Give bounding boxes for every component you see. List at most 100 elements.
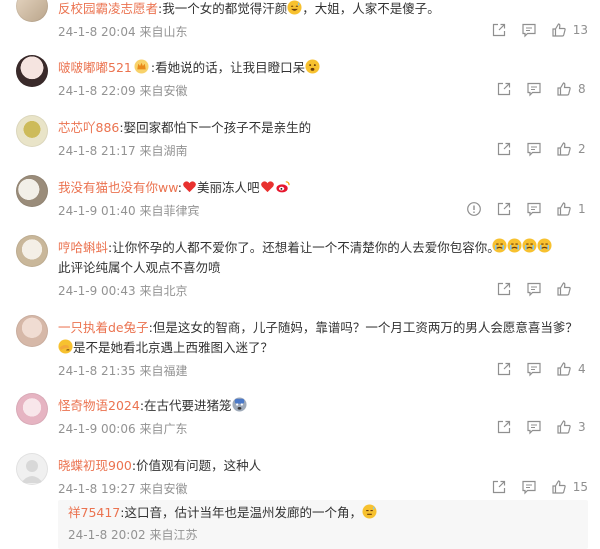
avatar[interactable]	[16, 55, 48, 87]
comment-button[interactable]	[526, 141, 542, 157]
report-button[interactable]	[466, 201, 482, 217]
comment-text: 一只执着de兔子:但是这女的智商，儿子随妈，靠谱吗？一个月工资两万的男人会愿意喜…	[58, 318, 578, 337]
avatar[interactable]	[16, 0, 48, 22]
comment-item: 我没有猫也没有你ww: 美丽冻人吧 24-1-9 01:40 来自菲律宾 1	[0, 175, 600, 231]
comment-icon	[522, 480, 536, 495]
comment-button[interactable]	[526, 201, 542, 217]
comment-item: 哼哈蝌蚪:让你怀孕的人都不爱你了。还想着让一个不清楚你的人去爱你包容你。 此评论…	[0, 235, 600, 311]
like-count: 3	[578, 420, 586, 434]
reply-meta: 24-1-8 20:02 来自江苏	[68, 528, 198, 542]
shocked-emoji-icon	[305, 59, 320, 79]
scared-emoji-icon	[232, 397, 247, 417]
reply-username[interactable]: 祥75417	[68, 505, 120, 520]
share-button[interactable]	[496, 419, 512, 435]
thumbs-up-icon	[557, 420, 571, 434]
share-button[interactable]	[491, 22, 507, 38]
comment-username[interactable]: 一只执着de兔子	[58, 320, 149, 335]
like-button[interactable]: 2	[556, 141, 588, 157]
avatar[interactable]	[16, 453, 48, 485]
like-count: 8	[578, 82, 586, 96]
like-count: 1	[578, 202, 586, 216]
avatar[interactable]	[16, 115, 48, 147]
comment-username[interactable]: 怪奇物语2024	[58, 398, 140, 413]
facepalm-emoji-icon	[58, 339, 73, 359]
share-button[interactable]	[491, 479, 507, 495]
comment-meta: 24-1-8 22:09 来自安徽	[58, 84, 188, 98]
like-button[interactable]: 8	[556, 81, 588, 97]
thumbs-up-icon	[552, 480, 566, 494]
comment-username[interactable]: 芯芯吖886	[58, 120, 119, 135]
comment-item: 反校园霸凌志愿者:我一个女的都觉得汗颜 ，大姐，人家不是傻子。 24-1-8 20…	[0, 0, 600, 46]
sweat-smile-emoji-icon	[287, 0, 302, 20]
comment-text: 啵啵嘟嘟521:看她说的话，让我目瞪口呆	[58, 58, 578, 79]
like-button[interactable]	[556, 281, 588, 297]
comment-username[interactable]: 哼哈蝌蚪	[58, 240, 108, 255]
comment-actions: 4	[482, 361, 588, 377]
comment-item: 一只执着de兔子:但是这女的智商，儿子随妈，靠谱吗？一个月工资两万的男人会愿意喜…	[0, 315, 600, 391]
like-button[interactable]: 15	[551, 479, 588, 495]
comment-item: 啵啵嘟嘟521:看她说的话，让我目瞪口呆 24-1-8 22:09 来自安徽 8	[0, 55, 600, 111]
comment-button[interactable]	[521, 479, 537, 495]
comment-body: :娶回家都怕下一个孩子不是亲生的	[119, 120, 312, 135]
like-button[interactable]: 13	[551, 22, 588, 38]
heart-icon	[182, 179, 197, 199]
comment-list-page: { "comments": [ {"user": "反校园霸凌志愿者", "te…	[0, 0, 600, 549]
comment-meta: 24-1-8 21:17 来自湖南	[58, 144, 188, 158]
share-button[interactable]	[496, 141, 512, 157]
comment-username[interactable]: 晓蝶初现900	[58, 458, 132, 473]
avatar[interactable]	[16, 393, 48, 425]
default-avatar-icon	[21, 460, 43, 483]
comment-icon	[527, 82, 541, 97]
comment-meta: 24-1-8 21:35 来自福建	[58, 364, 188, 378]
like-count: 2	[578, 142, 586, 156]
comment-button[interactable]	[526, 361, 542, 377]
comment-username[interactable]: 我没有猫也没有你ww	[58, 180, 178, 195]
report-icon	[467, 202, 481, 216]
comment-body-tail: ，大姐，人家不是傻子。	[302, 1, 440, 16]
comment-icon	[527, 142, 541, 157]
heart-icon	[260, 179, 275, 199]
comment-username[interactable]: 反校园霸凌志愿者	[58, 1, 158, 16]
like-button[interactable]: 1	[556, 201, 588, 217]
like-count: 13	[572, 23, 588, 37]
avatar[interactable]	[16, 235, 48, 267]
comment-username[interactable]: 啵啵嘟嘟521	[58, 60, 132, 75]
comment-body: :让你怀孕的人都不爱你了。还想着让一个不清楚你的人去爱你包容你。	[108, 240, 500, 255]
like-button[interactable]: 4	[556, 361, 588, 377]
comment-source: 来自山东	[139, 25, 188, 39]
sob-emoji-icon	[492, 238, 507, 256]
avatar[interactable]	[16, 175, 48, 207]
share-button[interactable]	[496, 281, 512, 297]
comment-button[interactable]	[526, 81, 542, 97]
comment-body: :但是这女的智商，儿子随妈，靠谱吗？一个月工资两万的男人会愿意喜当爹？	[148, 320, 578, 335]
comment-text-line2: 是不是她看北京遇上西雅图入迷了？	[58, 338, 578, 359]
comment-meta: 24-1-9 00:43 来自北京	[58, 284, 188, 298]
like-count: 15	[572, 480, 588, 494]
avatar[interactable]	[16, 315, 48, 347]
comment-button[interactable]	[526, 281, 542, 297]
comment-text: 怪奇物语2024:在古代要进猪笼	[58, 396, 578, 417]
share-icon	[497, 420, 511, 434]
share-icon	[497, 282, 511, 296]
comment-text: 晓蝶初现900:价值观有问题，这种人	[58, 456, 578, 475]
share-button[interactable]	[496, 361, 512, 377]
comment-button[interactable]	[521, 22, 537, 38]
comment-icon	[527, 202, 541, 217]
share-icon	[492, 480, 505, 494]
comment-actions	[482, 281, 588, 297]
share-icon	[497, 82, 511, 96]
comment-actions: 1	[452, 201, 588, 217]
comment-actions: 15	[477, 479, 588, 495]
comment-icon	[527, 282, 541, 297]
comment-actions: 3	[482, 419, 588, 435]
comment-text: 反校园霸凌志愿者:我一个女的都觉得汗颜 ，大姐，人家不是傻子。	[58, 0, 578, 20]
comment-date: 24-1-8 20:04	[58, 25, 136, 39]
sob-emoji-icon	[537, 238, 552, 256]
share-button[interactable]	[496, 201, 512, 217]
thumbs-up-icon	[557, 362, 571, 376]
share-button[interactable]	[496, 81, 512, 97]
comment-icon	[527, 420, 541, 435]
comment-button[interactable]	[526, 419, 542, 435]
weibo-logo-icon	[275, 179, 291, 199]
like-button[interactable]: 3	[556, 419, 588, 435]
